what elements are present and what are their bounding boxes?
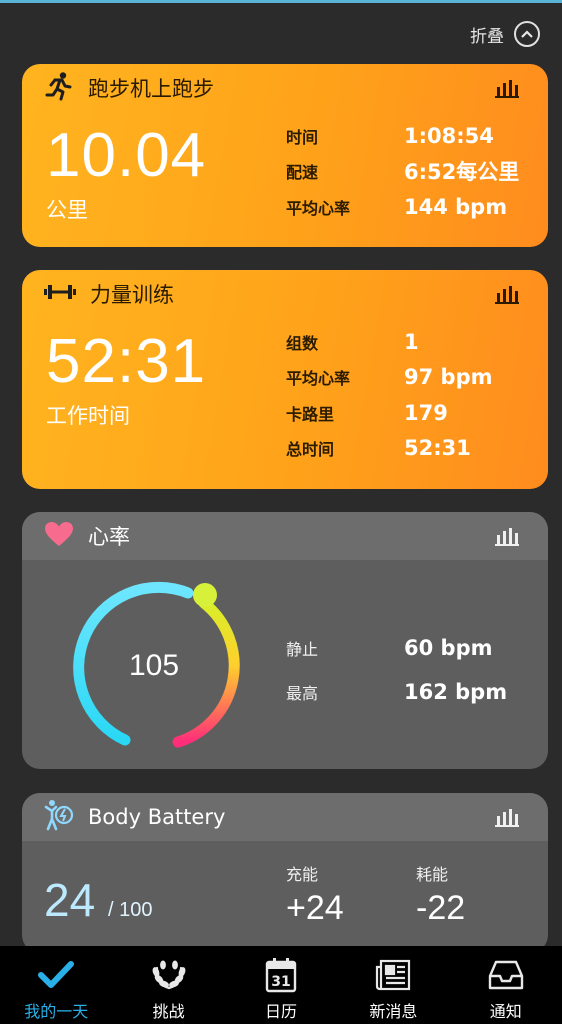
heart-icon: [44, 521, 74, 552]
strength-title: 力量训练: [90, 283, 174, 307]
stat-label: 组数: [286, 333, 319, 353]
bottom-nav: 我的一天 挑战 31 日历 新消息 通知: [0, 946, 562, 1024]
strength-stats: 组数 1 平均心率 97 bpm 卡路里 179 总时间 52:31: [286, 324, 492, 466]
stat-value: 97 bpm: [404, 365, 493, 390]
drained-value: -22: [416, 889, 466, 927]
bar-chart-icon[interactable]: [494, 283, 520, 310]
nav-label: 我的一天: [24, 1002, 89, 1021]
newsfeed-icon: [375, 956, 411, 994]
strength-card[interactable]: 力量训练 52:31 工作时间 组数 1 平均心率 97 bpm 卡路里 179 总时…: [22, 270, 548, 489]
running-icon: [44, 71, 74, 106]
nav-calendar[interactable]: 31 日历: [225, 946, 337, 1024]
body-battery-card[interactable]: Body Battery 24 / 100 充能 +24 耗能 -22: [22, 793, 548, 953]
calendar-icon: 31: [265, 956, 297, 994]
heart-rate-title: 心率: [88, 525, 130, 549]
stat-row: 组数 1: [286, 324, 492, 360]
bar-chart-icon[interactable]: [494, 525, 520, 552]
heart-rate-stats: 静止 60 bpm 最高 162 bpm: [286, 626, 507, 714]
bar-chart-icon[interactable]: [494, 77, 520, 104]
body-battery-card-header: Body Battery: [22, 793, 548, 841]
stat-label: 卡路里: [286, 404, 335, 424]
treadmill-card[interactable]: 跑步机上跑步 10.04 公里 时间 1:08:54 配速 6:52每公里 平均心率…: [22, 64, 548, 247]
chevron-up-icon: [514, 21, 540, 47]
stat-row: 配速 6:52每公里: [286, 154, 519, 190]
stat-row: 平均心率 97 bpm: [286, 360, 492, 396]
nav-label: 挑战: [152, 1002, 185, 1021]
treadmill-stats: 时间 1:08:54 配速 6:52每公里 平均心率 144 bpm: [286, 118, 519, 225]
drained-label: 耗能: [416, 865, 449, 884]
laurel-icon: [151, 956, 187, 994]
stat-row: 平均心率 144 bpm: [286, 189, 519, 225]
bar-chart-icon[interactable]: [494, 806, 520, 833]
stat-label: 最高: [286, 684, 319, 703]
stat-row: 最高 162 bpm: [286, 670, 507, 714]
check-icon: [38, 956, 75, 994]
stat-value: 52:31: [404, 436, 471, 461]
body-battery-title: Body Battery: [88, 805, 226, 829]
work-time-label: 工作时间: [46, 404, 130, 428]
stat-label: 静止: [286, 640, 319, 659]
nav-label: 新消息: [369, 1002, 418, 1021]
stat-value: 144 bpm: [404, 194, 508, 219]
body-battery-max: / 100: [107, 899, 153, 921]
stat-value: 162 bpm: [404, 680, 508, 704]
stat-label: 平均心率: [286, 369, 351, 389]
nav-newsfeed[interactable]: 新消息: [337, 946, 449, 1024]
inbox-icon: [488, 956, 524, 994]
treadmill-title: 跑步机上跑步: [88, 77, 214, 101]
stat-row: 卡路里 179: [286, 395, 492, 431]
stat-value: 179: [404, 400, 448, 425]
nav-label: 日历: [264, 1002, 297, 1021]
dumbbell-icon: [44, 282, 76, 307]
stat-row: 时间 1:08:54: [286, 118, 519, 154]
body-battery-level: 24 / 100: [44, 873, 152, 927]
stat-row: 静止 60 bpm: [286, 626, 507, 670]
calendar-day: 31: [271, 974, 290, 990]
strength-card-header: 力量训练: [22, 270, 548, 318]
stat-label: 总时间: [286, 440, 335, 460]
heart-rate-card[interactable]: 心率 105 静止 60 bpm 最高 162 bpm: [22, 512, 548, 769]
stat-label: 配速: [286, 163, 319, 183]
heart-rate-current: 105: [128, 649, 180, 682]
nav-challenges[interactable]: 挑战: [112, 946, 224, 1024]
collapse-label: 折叠: [470, 26, 504, 47]
charged-value: +24: [286, 889, 344, 927]
stat-value: 6:52每公里: [404, 160, 520, 185]
charged-label: 充能: [286, 865, 319, 884]
nav-notifications[interactable]: 通知: [450, 946, 562, 1024]
heart-rate-card-header: 心率: [22, 512, 548, 560]
distance-value: 10.04: [46, 121, 207, 190]
heart-rate-gauge: 105: [68, 580, 240, 752]
stat-row: 总时间 52:31: [286, 431, 492, 467]
treadmill-card-header: 跑步机上跑步: [22, 64, 548, 112]
nav-my-day[interactable]: 我的一天: [0, 946, 112, 1024]
stat-label: 时间: [286, 127, 319, 147]
stat-value: 1:08:54: [404, 123, 494, 148]
collapse-button[interactable]: 折叠: [470, 20, 540, 48]
distance-unit: 公里: [46, 198, 88, 222]
body-battery-level-value: 24: [44, 874, 96, 926]
body-battery-icon: [44, 799, 74, 836]
drained-stat: 耗能 -22: [416, 861, 465, 928]
stat-label: 平均心率: [286, 198, 351, 218]
nav-label: 通知: [489, 1002, 522, 1021]
stat-value: 60 bpm: [404, 636, 493, 660]
top-accent-line: [0, 0, 562, 3]
charged-stat: 充能 +24: [286, 861, 344, 928]
stat-value: 1: [404, 329, 419, 354]
work-time-value: 52:31: [46, 327, 207, 396]
